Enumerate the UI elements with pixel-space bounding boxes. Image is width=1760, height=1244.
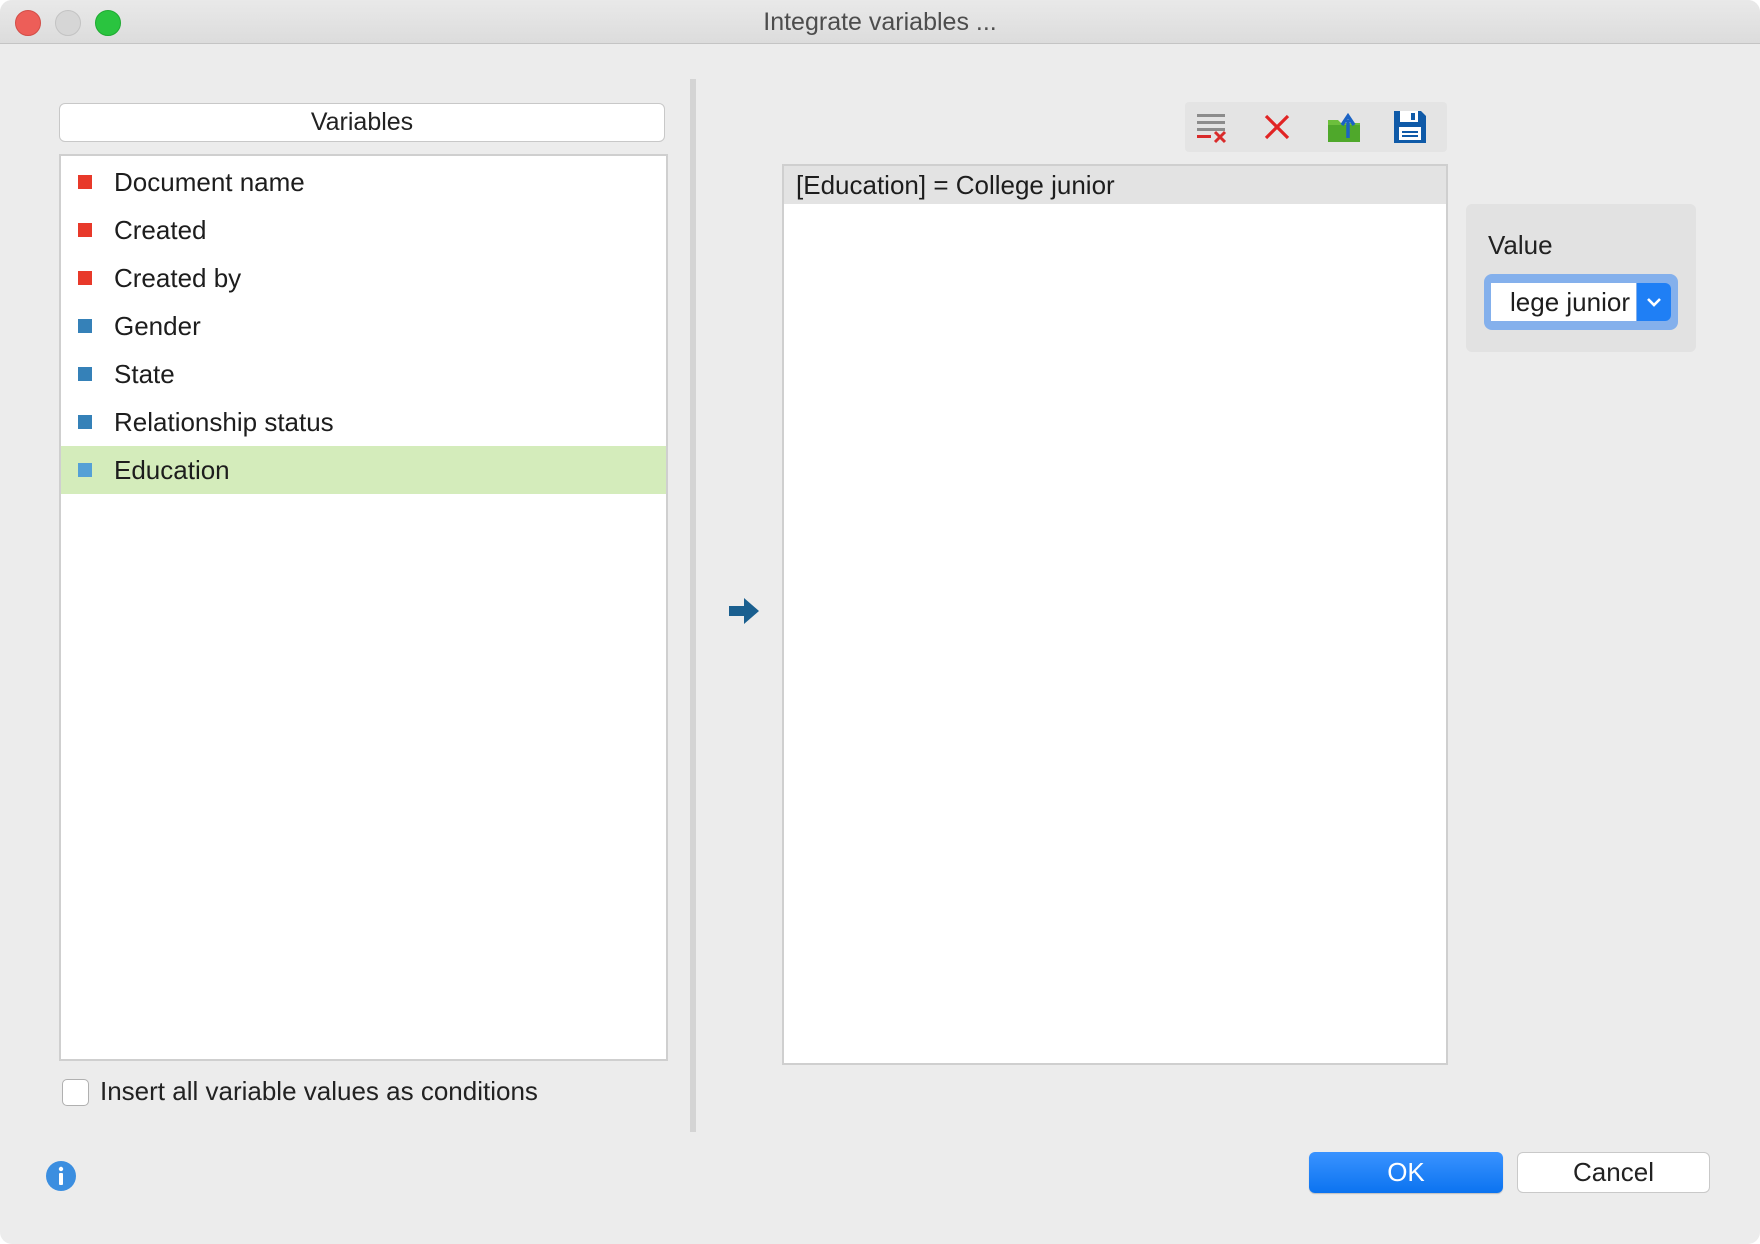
list-item[interactable]: Gender (61, 302, 666, 350)
variable-label: Education (114, 455, 230, 485)
variable-label: Gender (114, 311, 201, 341)
value-panel: Value lege junior (1466, 204, 1696, 352)
variable-label: State (114, 359, 175, 389)
arrow-right-icon[interactable] (727, 594, 761, 628)
value-label: Value (1488, 230, 1553, 260)
variable-color-icon (78, 271, 92, 285)
variable-label: Relationship status (114, 407, 334, 437)
condition-text: [Education] = College junior (796, 170, 1115, 200)
variable-color-icon (78, 175, 92, 189)
window-title: Integrate variables ... (763, 8, 997, 36)
condition-row[interactable]: [Education] = College junior (784, 166, 1446, 204)
list-item[interactable]: Education (61, 446, 666, 494)
panel-splitter[interactable] (690, 79, 696, 1132)
value-dropdown[interactable]: lege junior (1484, 274, 1678, 330)
delete-icon[interactable] (1258, 108, 1296, 146)
variable-color-icon (78, 319, 92, 333)
title-bar: Integrate variables ... (0, 0, 1760, 44)
info-icon[interactable] (45, 1160, 77, 1192)
cancel-button[interactable]: Cancel (1517, 1152, 1710, 1193)
variable-label: Created (114, 215, 207, 245)
list-item[interactable]: Document name (61, 158, 666, 206)
dialog-window: Integrate variables ... Variables Docume… (0, 0, 1760, 1244)
variable-color-icon (78, 463, 92, 477)
ok-button[interactable]: OK (1309, 1152, 1503, 1193)
save-icon[interactable] (1391, 108, 1429, 146)
export-icon[interactable] (1325, 108, 1363, 146)
clear-list-icon[interactable] (1193, 108, 1231, 146)
list-item[interactable]: Created by (61, 254, 666, 302)
variable-label: Created by (114, 263, 242, 293)
insert-all-checkbox[interactable] (62, 1079, 89, 1106)
variable-color-icon (78, 367, 92, 381)
insert-all-checkbox-label[interactable]: Insert all variable values as conditions (100, 1076, 538, 1107)
conditions-list[interactable]: [Education] = College junior (782, 164, 1448, 1065)
chevron-down-icon[interactable] (1637, 283, 1671, 321)
list-item[interactable]: State (61, 350, 666, 398)
value-field[interactable]: lege junior (1491, 283, 1636, 321)
variable-label: Document name (114, 167, 305, 197)
variables-header[interactable]: Variables (59, 103, 665, 142)
conditions-toolbar (1185, 102, 1447, 152)
variable-color-icon (78, 223, 92, 237)
list-item[interactable]: Relationship status (61, 398, 666, 446)
variables-list[interactable]: Document name Created Created by Gender … (59, 154, 668, 1061)
value-text: lege junior (1510, 287, 1630, 317)
list-item[interactable]: Created (61, 206, 666, 254)
variable-color-icon (78, 415, 92, 429)
